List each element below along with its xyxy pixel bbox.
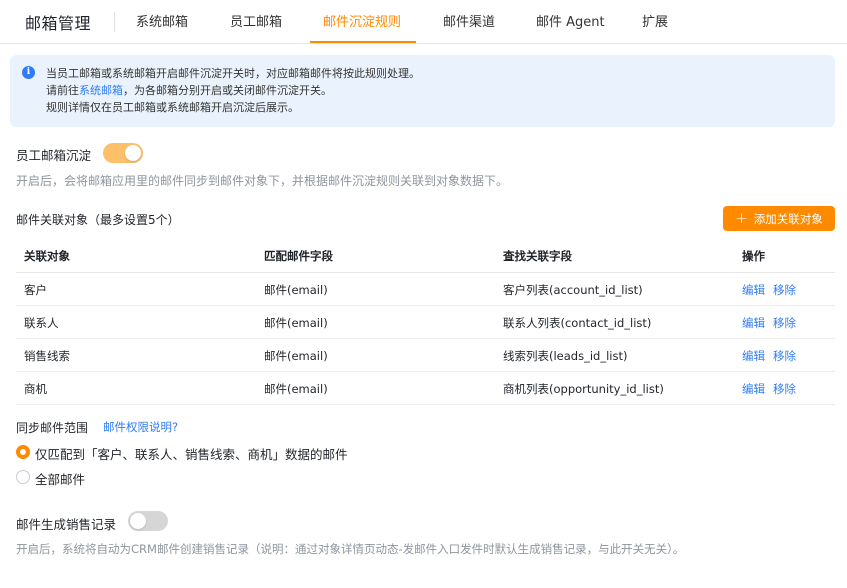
header-divider	[114, 12, 115, 32]
column-header-actions: 操作	[742, 249, 765, 263]
banner-line-2-prefix: 请前往	[46, 84, 79, 97]
toggle-knob	[125, 145, 141, 161]
app-title: 邮箱管理	[25, 14, 92, 33]
cell-match-field: 邮件(email)	[264, 316, 328, 330]
cell-lookup-field: 客户列表(account_id_list)	[503, 283, 643, 297]
banner-line-2: 请前往系统邮箱，为各邮箱分别开启或关闭邮件沉淀开关。	[46, 82, 332, 98]
radio-all-mail[interactable]	[16, 470, 30, 484]
remove-link[interactable]: 移除	[773, 381, 796, 397]
remove-link[interactable]: 移除	[773, 315, 796, 331]
cell-lookup-field: 商机列表(opportunity_id_list)	[503, 382, 664, 396]
edit-link[interactable]: 编辑	[742, 315, 765, 331]
tab-mail-channel[interactable]: 邮件渠道	[443, 11, 495, 30]
sales-record-hint: 开启后，系统将自动为CRM邮件创建销售记录（说明：通过对象详情页动态-发邮件入口…	[16, 542, 685, 556]
cell-lookup-field: 联系人列表(contact_id_list)	[503, 316, 652, 330]
table-header: 关联对象 匹配邮件字段 查找关联字段 操作	[16, 238, 835, 273]
column-header-match-field: 匹配邮件字段	[264, 249, 333, 263]
related-objects-title: 邮件关联对象（最多设置5个）	[16, 213, 180, 227]
banner-line-3: 规则详情仅在员工邮箱或系统邮箱开启沉淀后展示。	[46, 101, 299, 114]
radio-all-mail-label[interactable]: 全部邮件	[35, 469, 85, 488]
active-tab-indicator	[310, 41, 416, 43]
system-mailbox-link[interactable]: 系统邮箱	[79, 84, 123, 97]
table-row: 联系人 邮件(email) 联系人列表(contact_id_list) 编辑 …	[16, 306, 835, 339]
add-related-object-button[interactable]: + 添加关联对象	[723, 206, 835, 231]
banner-line-1: 当员工邮箱或系统邮箱开启邮件沉淀开关时，对应邮箱邮件将按此规则处理。	[46, 67, 420, 80]
employee-archive-label: 员工邮箱沉淀	[16, 148, 92, 163]
info-banner: i 当员工邮箱或系统邮箱开启邮件沉淀开关时，对应邮箱邮件将按此规则处理。 请前往…	[10, 55, 835, 127]
table-row: 商机 邮件(email) 商机列表(opportunity_id_list) 编…	[16, 372, 835, 405]
cell-match-field: 邮件(email)	[264, 382, 328, 396]
column-header-object: 关联对象	[24, 249, 70, 263]
tab-system-mailbox[interactable]: 系统邮箱	[136, 11, 188, 30]
tab-employee-mailbox[interactable]: 员工邮箱	[230, 11, 282, 30]
remove-link[interactable]: 移除	[773, 282, 796, 298]
info-icon: i	[22, 66, 35, 79]
tab-mail-archive-rules[interactable]: 邮件沉淀规则	[323, 11, 401, 30]
edit-link[interactable]: 编辑	[742, 381, 765, 397]
tab-mail-agent[interactable]: 邮件 Agent	[536, 11, 605, 30]
cell-object: 客户	[24, 283, 47, 297]
cell-object: 联系人	[24, 316, 59, 330]
cell-object: 销售线索	[24, 349, 70, 363]
radio-matched-only-label[interactable]: 仅匹配到「客户、联系人、销售线索、商机」数据的邮件	[35, 444, 348, 463]
edit-link[interactable]: 编辑	[742, 282, 765, 298]
edit-link[interactable]: 编辑	[742, 348, 765, 364]
mail-permission-help-link[interactable]: 邮件权限说明?	[103, 419, 178, 435]
cell-lookup-field: 线索列表(leads_id_list)	[503, 349, 628, 363]
cell-object: 商机	[24, 382, 47, 396]
sales-record-label: 邮件生成销售记录	[16, 517, 117, 532]
tab-extension[interactable]: 扩展	[642, 11, 668, 30]
add-related-object-label: 添加关联对象	[753, 211, 823, 226]
radio-matched-only[interactable]	[16, 445, 30, 459]
table-row: 销售线索 邮件(email) 线索列表(leads_id_list) 编辑 移除	[16, 339, 835, 372]
sales-record-toggle[interactable]	[128, 511, 168, 531]
employee-archive-hint: 开启后，会将邮箱应用里的邮件同步到邮件对象下，并根据邮件沉淀规则关联到对象数据下…	[16, 174, 509, 188]
table-row: 客户 邮件(email) 客户列表(account_id_list) 编辑 移除	[16, 273, 835, 306]
column-header-lookup-field: 查找关联字段	[503, 249, 572, 263]
employee-archive-toggle[interactable]	[103, 143, 143, 163]
banner-line-2-suffix: ，为各邮箱分别开启或关闭邮件沉淀开关。	[123, 84, 332, 97]
plus-icon: +	[735, 209, 748, 227]
cell-match-field: 邮件(email)	[264, 349, 328, 363]
top-nav: 邮箱管理 系统邮箱 员工邮箱 邮件沉淀规则 邮件渠道 邮件 Agent 扩展	[0, 0, 847, 44]
remove-link[interactable]: 移除	[773, 348, 796, 364]
toggle-knob	[130, 513, 146, 529]
cell-match-field: 邮件(email)	[264, 283, 328, 297]
sync-scope-label: 同步邮件范围	[16, 421, 89, 435]
